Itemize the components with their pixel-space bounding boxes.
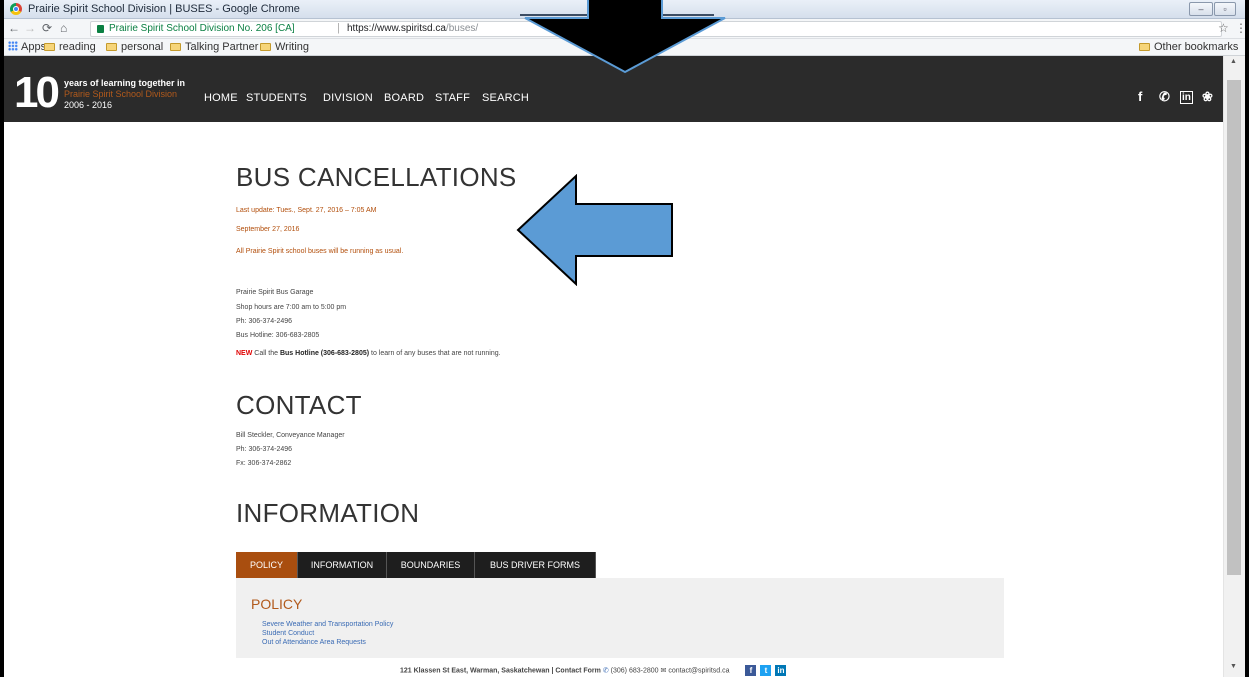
bookmark-label: Apps: [21, 41, 47, 53]
url-path: /buses/: [445, 23, 479, 34]
policy-panel: POLICY Severe Weather and Transportation…: [236, 578, 1004, 658]
bus-status: All Prairie Spirit school buses will be …: [236, 248, 404, 255]
folder-icon: [44, 43, 55, 51]
information-heading: INFORMATION: [236, 498, 420, 528]
annotation-down-arrow: [524, 0, 726, 74]
mail-icon: ✉: [660, 667, 667, 675]
nav-home[interactable]: HOME: [204, 92, 238, 104]
url-host: https://www.spiritsd.ca: [347, 23, 446, 34]
bookmark-label: Talking Partner: [185, 41, 259, 53]
url-text: https://www.spiritsd.ca/buses/: [347, 23, 478, 34]
footer-phone: (306) 683-2800: [610, 667, 659, 675]
footer-text: 121 Klassen St East, Warman, Saskatchewa…: [400, 665, 787, 676]
bookmark-label: personal: [121, 41, 164, 53]
folder-icon: [106, 43, 117, 51]
logo-line1: years of learning together in: [64, 78, 186, 88]
phone-icon: ✆: [602, 667, 609, 675]
linkedin-icon[interactable]: in: [1180, 91, 1193, 104]
footer-facebook-icon[interactable]: f: [745, 665, 757, 676]
logo-line3: 2006 - 2016: [64, 100, 113, 110]
minimize-button[interactable]: –: [1189, 2, 1213, 16]
nav-board[interactable]: BOARD: [384, 92, 424, 104]
tab-information[interactable]: INFORMATION: [298, 552, 387, 578]
footer-twitter-icon[interactable]: t: [760, 665, 772, 676]
contact-heading: CONTACT: [236, 390, 362, 420]
home-icon[interactable]: ⌂: [60, 21, 67, 35]
lock-icon: [97, 25, 104, 33]
forward-icon[interactable]: →: [24, 21, 36, 35]
nav-students[interactable]: STUDENTS: [246, 92, 307, 104]
link-out-of-attendance[interactable]: Out of Attendance Area Requests: [262, 639, 366, 646]
contact-name: Bill Steckler, Conveyance Manager: [236, 432, 345, 439]
link-severe-weather[interactable]: Severe Weather and Transportation Policy: [262, 621, 393, 628]
bookmark-label: Other bookmarks: [1154, 41, 1239, 53]
bus-date: September 27, 2016: [236, 226, 300, 233]
bus-hotline: Bus Hotline: 306-683-2805: [236, 332, 320, 339]
contact-phone: Ph: 306-374-2496: [236, 446, 293, 453]
folder-icon: [260, 43, 271, 51]
page-scrollbar[interactable]: ▲ ▼: [1223, 56, 1245, 677]
logo-number[interactable]: 10: [14, 71, 60, 115]
nav-division[interactable]: DIVISION: [323, 92, 373, 104]
chrome-logo-icon: [10, 3, 22, 15]
bookmark-personal[interactable]: personal: [106, 41, 163, 53]
contact-fax: Fx: 306-374-2862: [236, 460, 292, 467]
nav-staff[interactable]: STAFF: [435, 92, 470, 104]
tab-boundaries[interactable]: BOUNDARIES: [387, 552, 475, 578]
tab-policy[interactable]: POLICY: [236, 552, 298, 578]
last-update: Last update: Tues., Sept. 27, 2016 – 7:0…: [236, 207, 377, 214]
footer-address[interactable]: 121 Klassen St East, Warman, Saskatchewa…: [400, 667, 601, 674]
reload-icon[interactable]: ⟳: [42, 21, 52, 35]
notice-text-c: to learn of any buses that are not runni…: [369, 350, 501, 357]
footer-email[interactable]: contact@spiritsd.ca: [668, 667, 729, 674]
bus-heading: BUS CANCELLATIONS: [236, 162, 517, 192]
link-student-conduct[interactable]: Student Conduct: [262, 630, 314, 637]
bookmark-label: reading: [59, 41, 96, 53]
notice-text-b: Bus Hotline (306-683-2805): [279, 350, 370, 357]
browser-window: Prairie Spirit School Division | BUSES -…: [4, 0, 1245, 677]
hotline-notice: NEW Call the Bus Hotline (306-683-2805) …: [236, 350, 501, 357]
screenshot-frame: Prairie Spirit School Division | BUSES -…: [0, 0, 1249, 677]
back-icon[interactable]: ←: [8, 21, 20, 35]
url-separator: |: [337, 22, 340, 34]
scroll-thumb[interactable]: [1227, 80, 1241, 575]
menu-icon[interactable]: ⋮: [1235, 21, 1245, 35]
garage-phone: Ph: 306-374-2496: [236, 318, 293, 325]
nav-search[interactable]: SEARCH: [482, 92, 529, 104]
notice-text-a: Call the: [252, 350, 280, 357]
wordpress-icon[interactable]: ❀: [1202, 89, 1213, 105]
scroll-down-icon[interactable]: ▼: [1230, 663, 1237, 670]
tab-bus-driver-forms[interactable]: BUS DRIVER FORMS: [475, 552, 596, 578]
logo-line2: Prairie Spirit School Division: [64, 89, 178, 99]
twitter-icon[interactable]: ✆: [1159, 89, 1170, 105]
garage-name: Prairie Spirit Bus Garage: [236, 289, 314, 296]
apps-icon: [8, 41, 18, 51]
page-footer: 121 Klassen St East, Warman, Saskatchewa…: [4, 663, 1223, 677]
maximize-button[interactable]: ▫: [1214, 2, 1236, 16]
scroll-up-icon[interactable]: ▲: [1230, 58, 1237, 65]
bookmark-apps[interactable]: Apps: [8, 41, 46, 53]
bookmark-reading[interactable]: reading: [44, 41, 96, 53]
footer-linkedin-icon[interactable]: in: [775, 665, 787, 676]
site-identity: Prairie Spirit School Division No. 206 […: [109, 23, 295, 34]
bookmark-talking-partner[interactable]: Talking Partner: [170, 41, 258, 53]
new-badge: NEW: [236, 350, 253, 357]
bookmark-label: Writing: [275, 41, 310, 53]
folder-icon: [170, 43, 181, 51]
window-title: Prairie Spirit School Division | BUSES -…: [28, 3, 300, 15]
shop-hours: Shop hours are 7:00 am to 5:00 pm: [236, 304, 347, 311]
annotation-left-arrow: [516, 174, 673, 286]
facebook-icon[interactable]: f: [1138, 89, 1142, 104]
bookmark-other[interactable]: Other bookmarks: [1139, 41, 1238, 53]
policy-panel-title: POLICY: [251, 596, 303, 612]
folder-icon: [1139, 43, 1150, 51]
bookmark-writing[interactable]: Writing: [260, 41, 309, 53]
star-icon[interactable]: ☆: [1218, 21, 1229, 35]
